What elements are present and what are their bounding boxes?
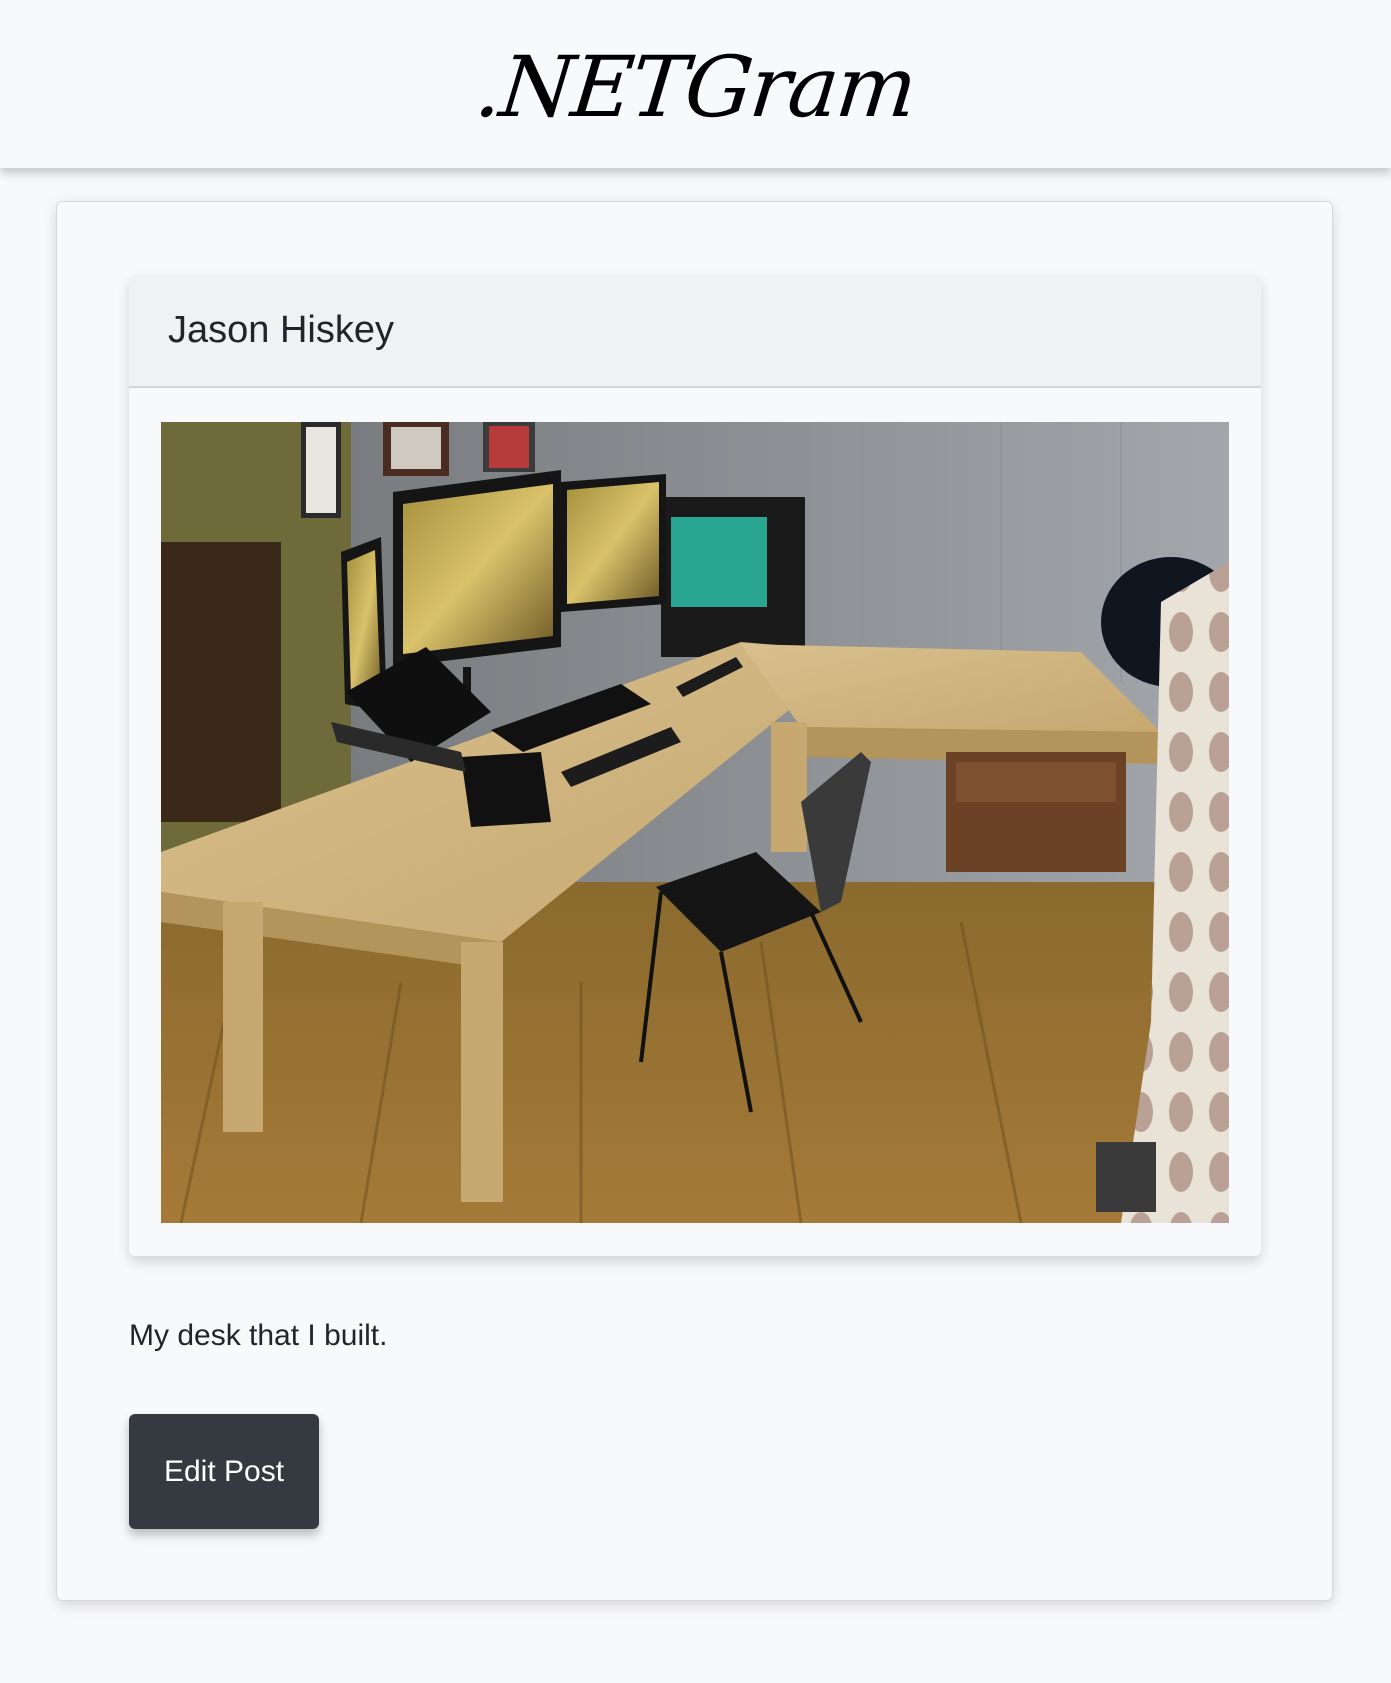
desk-photo-illustration bbox=[161, 422, 1229, 1223]
post-photo bbox=[161, 422, 1229, 1223]
post-caption: My desk that I built. bbox=[129, 1319, 388, 1352]
post-card-header: Jason Hiskey bbox=[129, 275, 1261, 388]
edit-post-button[interactable]: Edit Post bbox=[129, 1414, 319, 1529]
author-name: Jason Hiskey bbox=[168, 309, 394, 351]
brand-logo[interactable]: .NETGram bbox=[471, 38, 920, 136]
post-details-container: Jason Hiskey My desk that I built. Edit … bbox=[56, 201, 1333, 1601]
top-navbar: .NETGram bbox=[0, 0, 1391, 168]
post-card: Jason Hiskey bbox=[129, 275, 1261, 1256]
